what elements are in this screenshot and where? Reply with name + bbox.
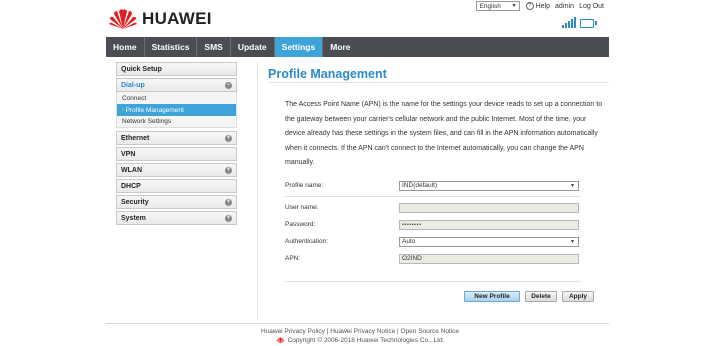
- top-links: English ▼ ? Help admin Log Out: [475, 1, 609, 11]
- brand-name: HUAWEI: [142, 9, 212, 28]
- username-row: User name:: [285, 202, 581, 213]
- nav-home[interactable]: Home: [106, 37, 145, 57]
- sidebar-item-dialup[interactable]: Dial-up −: [116, 78, 237, 92]
- sidebar-item-label: Ethernet: [121, 134, 150, 142]
- profile-name-row: Profile name: IND(default) ▼: [285, 180, 581, 191]
- nav-more[interactable]: More: [323, 37, 357, 57]
- apn-row: APN: O2IND: [285, 253, 581, 264]
- copyright-text: Copyright © 2006-2018 Huawei Technologie…: [287, 337, 445, 344]
- sidebar-item-quick-setup[interactable]: Quick Setup: [116, 62, 237, 76]
- expand-icon: +: [225, 166, 232, 174]
- footer-copyright: Copyright © 2006-2018 Huawei Technologie…: [0, 337, 720, 344]
- nav-statistics[interactable]: Statistics: [145, 37, 198, 57]
- chevron-down-icon: ▼: [570, 238, 575, 245]
- sidebar-item-label: Quick Setup: [121, 65, 162, 73]
- huawei-flower-icon: [276, 337, 284, 344]
- authentication-value: Auto: [402, 238, 416, 245]
- connection-status-icon: [580, 19, 597, 28]
- huawei-flower-icon: [109, 9, 137, 29]
- expand-icon: +: [225, 198, 232, 206]
- authentication-select[interactable]: Auto ▼: [399, 236, 579, 247]
- signal-strength-icon: [562, 17, 576, 28]
- page-title: Profile Management: [268, 67, 387, 81]
- apn-field[interactable]: O2IND: [399, 253, 579, 264]
- sidebar-item-vpn[interactable]: VPN: [116, 147, 237, 161]
- password-field[interactable]: ••••••••: [399, 219, 579, 230]
- apn-label: APN:: [285, 255, 301, 262]
- chevron-down-icon: ▼: [570, 182, 575, 189]
- password-label: Password:: [285, 221, 316, 228]
- new-profile-button[interactable]: New Profile: [464, 291, 520, 302]
- settings-sidebar: Quick Setup Dial-up − Connect › Profile …: [116, 62, 237, 227]
- sidebar-item-label: WLAN: [121, 166, 142, 174]
- chevron-right-icon: ›: [122, 107, 124, 113]
- authentication-label: Authentication:: [285, 238, 329, 245]
- divider: [285, 196, 581, 197]
- sidebar-item-dhcp[interactable]: DHCP: [116, 179, 237, 193]
- chevron-down-icon: ▼: [511, 3, 517, 9]
- nav-sms[interactable]: SMS: [197, 37, 231, 57]
- user-name: admin: [555, 2, 575, 10]
- nav-settings[interactable]: Settings: [274, 37, 324, 57]
- sidebar-item-security[interactable]: Security +: [116, 195, 237, 209]
- sidebar-subitem-network-settings[interactable]: Network Settings: [116, 116, 237, 128]
- sidebar-item-label: DHCP: [121, 182, 141, 190]
- delete-button[interactable]: Delete: [525, 291, 557, 302]
- nav-update[interactable]: Update: [231, 37, 275, 57]
- main-nav: Home Statistics SMS Update Settings More: [106, 37, 609, 57]
- logout-link[interactable]: Log Out: [579, 3, 604, 10]
- sidebar-subitem-label: Profile Management: [125, 106, 184, 114]
- divider: [268, 82, 609, 83]
- apply-button[interactable]: Apply: [562, 291, 594, 302]
- username-label: User name:: [285, 204, 319, 211]
- sidebar-item-system[interactable]: System +: [116, 211, 237, 225]
- authentication-row: Authentication: Auto ▼: [285, 236, 581, 247]
- expand-icon: −: [225, 81, 232, 89]
- sidebar-item-wlan[interactable]: WLAN +: [116, 163, 237, 177]
- sidebar-subitem-connect[interactable]: Connect: [116, 92, 237, 104]
- profile-name-select[interactable]: IND(default) ▼: [399, 180, 579, 191]
- divider: [285, 281, 581, 282]
- sidebar-subitem-profile-management[interactable]: › Profile Management: [116, 104, 237, 116]
- help-link[interactable]: Help: [536, 3, 550, 10]
- divider: [106, 323, 609, 324]
- sidebar-item-label: System: [121, 214, 146, 222]
- footer-links[interactable]: Huawei Privacy Policy | Huawei Privacy N…: [0, 328, 720, 335]
- sidebar-item-label: VPN: [121, 150, 136, 158]
- password-row: Password: ••••••••: [285, 219, 581, 230]
- expand-icon: +: [225, 214, 232, 222]
- expand-icon: +: [225, 134, 232, 142]
- sidebar-item-ethernet[interactable]: Ethernet +: [116, 131, 237, 145]
- huawei-logo[interactable]: HUAWEI: [108, 8, 212, 30]
- language-select[interactable]: English ▼: [475, 1, 520, 11]
- apn-description: The Access Point Name (APN) is the name …: [285, 101, 603, 166]
- profile-name-label: Profile name:: [285, 182, 324, 189]
- profile-name-value: IND(default): [402, 182, 438, 189]
- status-icons: [562, 17, 597, 28]
- help-icon[interactable]: ?: [525, 2, 534, 10]
- divider: [257, 62, 258, 320]
- action-buttons: New Profile Delete Apply: [464, 291, 594, 302]
- sidebar-item-label: Security: [121, 198, 149, 206]
- username-field[interactable]: [399, 202, 579, 213]
- header: HUAWEI English ▼ ? Help admin Log Out: [106, 0, 609, 37]
- language-value: English: [479, 2, 501, 10]
- sidebar-item-label: Dial-up: [121, 81, 145, 89]
